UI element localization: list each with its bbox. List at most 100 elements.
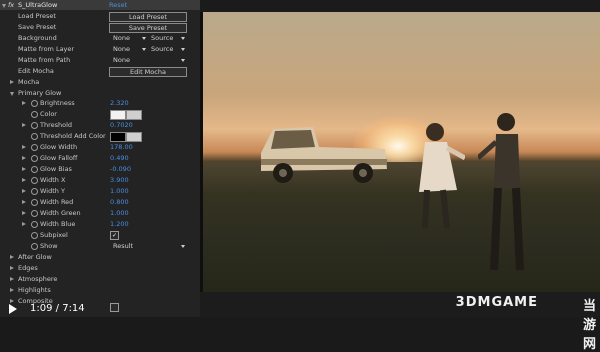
stopwatch-icon[interactable] [31, 177, 38, 184]
param-value[interactable]: 0.7020 [110, 120, 133, 131]
group-label: After Glow [18, 253, 52, 261]
stopwatch-icon[interactable] [31, 221, 38, 228]
param-row-glow-bias: Glow Bias -0.090 [0, 164, 200, 175]
stopwatch-icon[interactable] [31, 133, 38, 140]
chevron-down-icon [181, 59, 185, 62]
stopwatch-icon[interactable] [31, 122, 38, 129]
subpixel-checkbox[interactable]: ✓ [110, 231, 119, 240]
chevron-right-icon[interactable] [22, 123, 26, 127]
play-icon[interactable] [9, 304, 17, 314]
chevron-right-icon[interactable] [10, 288, 14, 292]
chevron-down-icon [181, 245, 185, 248]
group-label: Highlights [18, 286, 51, 294]
chevron-right-icon[interactable] [22, 189, 26, 193]
show-select[interactable]: Result [113, 242, 185, 251]
chevron-right-icon[interactable] [22, 222, 26, 226]
stopwatch-icon[interactable] [31, 188, 38, 195]
save-preset-row: Save Preset Save Preset [0, 22, 200, 33]
param-row-width-green: Width Green 1.000 [0, 208, 200, 219]
group-atmosphere[interactable]: Atmosphere [0, 274, 200, 285]
param-row-width-x: Width X 3.900 [0, 175, 200, 186]
param-value[interactable]: 1.200 [110, 219, 129, 230]
chevron-right-icon[interactable] [22, 200, 26, 204]
matte-path-select[interactable]: None [113, 56, 185, 65]
param-value[interactable]: 0.800 [110, 197, 129, 208]
stopwatch-icon[interactable] [31, 100, 38, 107]
param-value[interactable]: 178.00 [110, 142, 133, 153]
edit-mocha-label: Edit Mocha [18, 67, 54, 75]
viewer-tab-bar [200, 0, 600, 12]
param-label: Show [40, 242, 58, 250]
effect-title-row[interactable]: fx S_UltraGlow Reset [0, 0, 200, 11]
stopwatch-icon[interactable] [31, 210, 38, 217]
load-preset-button[interactable]: Load Preset [109, 12, 187, 22]
group-edges[interactable]: Edges [0, 263, 200, 274]
fx-icon[interactable]: fx [8, 0, 14, 11]
param-label: Width Green [40, 209, 81, 217]
group-highlights[interactable]: Highlights [0, 285, 200, 296]
chevron-right-icon[interactable] [22, 101, 26, 105]
param-row-threshold-add-color: Threshold Add Color [0, 131, 200, 142]
matte-layer-row: Matte from Layer None Source [0, 44, 200, 55]
param-row-threshold: Threshold 0.7020 [0, 120, 200, 131]
chevron-right-icon[interactable] [10, 255, 14, 259]
param-label: Width X [40, 176, 66, 184]
chevron-right-icon[interactable] [10, 266, 14, 270]
stopwatch-icon[interactable] [31, 199, 38, 206]
timecode: 1:09 / 7:14 [30, 303, 85, 314]
chevron-right-icon[interactable] [22, 145, 26, 149]
chevron-right-icon[interactable] [22, 156, 26, 160]
stopwatch-icon[interactable] [31, 166, 38, 173]
stopwatch-icon[interactable] [31, 243, 38, 250]
mocha-group[interactable]: Mocha [0, 77, 200, 88]
param-value[interactable]: 1.000 [110, 186, 129, 197]
chevron-right-icon[interactable] [22, 167, 26, 171]
stopwatch-icon[interactable] [31, 232, 38, 239]
eyedropper-icon[interactable] [126, 132, 142, 142]
chevron-right-icon[interactable] [22, 178, 26, 182]
eyedropper-icon[interactable] [126, 110, 142, 120]
color-swatch[interactable] [110, 110, 126, 120]
effect-name: S_UltraGlow [18, 1, 58, 9]
param-label: Glow Bias [40, 165, 72, 173]
color-swatch[interactable] [110, 132, 126, 142]
watermark-logo: 3DMGAME [455, 295, 538, 310]
reset-link[interactable]: Reset [109, 0, 127, 11]
chevron-down-icon[interactable] [10, 92, 14, 96]
param-label: Color [40, 110, 57, 118]
background-select[interactable]: None [113, 34, 146, 43]
param-value[interactable]: 1.000 [110, 208, 129, 219]
param-label: Width Y [40, 187, 65, 195]
param-value[interactable]: -0.090 [110, 164, 131, 175]
param-row-glow-width: Glow Width 178.00 [0, 142, 200, 153]
edit-mocha-button[interactable]: Edit Mocha [109, 67, 187, 77]
save-preset-button[interactable]: Save Preset [109, 23, 187, 33]
matte-layer-source-select[interactable]: Source [151, 45, 185, 54]
param-label: Subpixel [40, 231, 68, 239]
param-value[interactable]: 2.320 [110, 98, 129, 109]
matte-path-row: Matte from Path None [0, 55, 200, 66]
stopwatch-icon[interactable] [31, 111, 38, 118]
matte-layer-select[interactable]: None [113, 45, 146, 54]
stopwatch-icon[interactable] [31, 144, 38, 151]
chevron-down-icon [181, 37, 185, 40]
video-frame [203, 12, 600, 292]
chevron-right-icon[interactable] [10, 277, 14, 281]
matte-layer-label: Matte from Layer [18, 45, 75, 53]
chevron-down-icon[interactable] [2, 4, 6, 8]
param-value[interactable]: 3.900 [110, 175, 129, 186]
background-row: Background None Source [0, 33, 200, 44]
background-source-select[interactable]: Source [151, 34, 185, 43]
chevron-right-icon[interactable] [10, 80, 14, 84]
chevron-right-icon[interactable] [22, 211, 26, 215]
group-after-glow[interactable]: After Glow [0, 252, 200, 263]
param-label: Width Red [40, 198, 74, 206]
param-row-width-red: Width Red 0.800 [0, 197, 200, 208]
param-value[interactable]: 0.490 [110, 153, 129, 164]
load-preset-label: Load Preset [18, 12, 56, 20]
composition-viewer[interactable] [200, 0, 600, 317]
stopwatch-icon[interactable] [31, 155, 38, 162]
pickup-truck-image [261, 127, 387, 183]
chevron-down-icon [142, 37, 146, 40]
param-row-width-y: Width Y 1.000 [0, 186, 200, 197]
